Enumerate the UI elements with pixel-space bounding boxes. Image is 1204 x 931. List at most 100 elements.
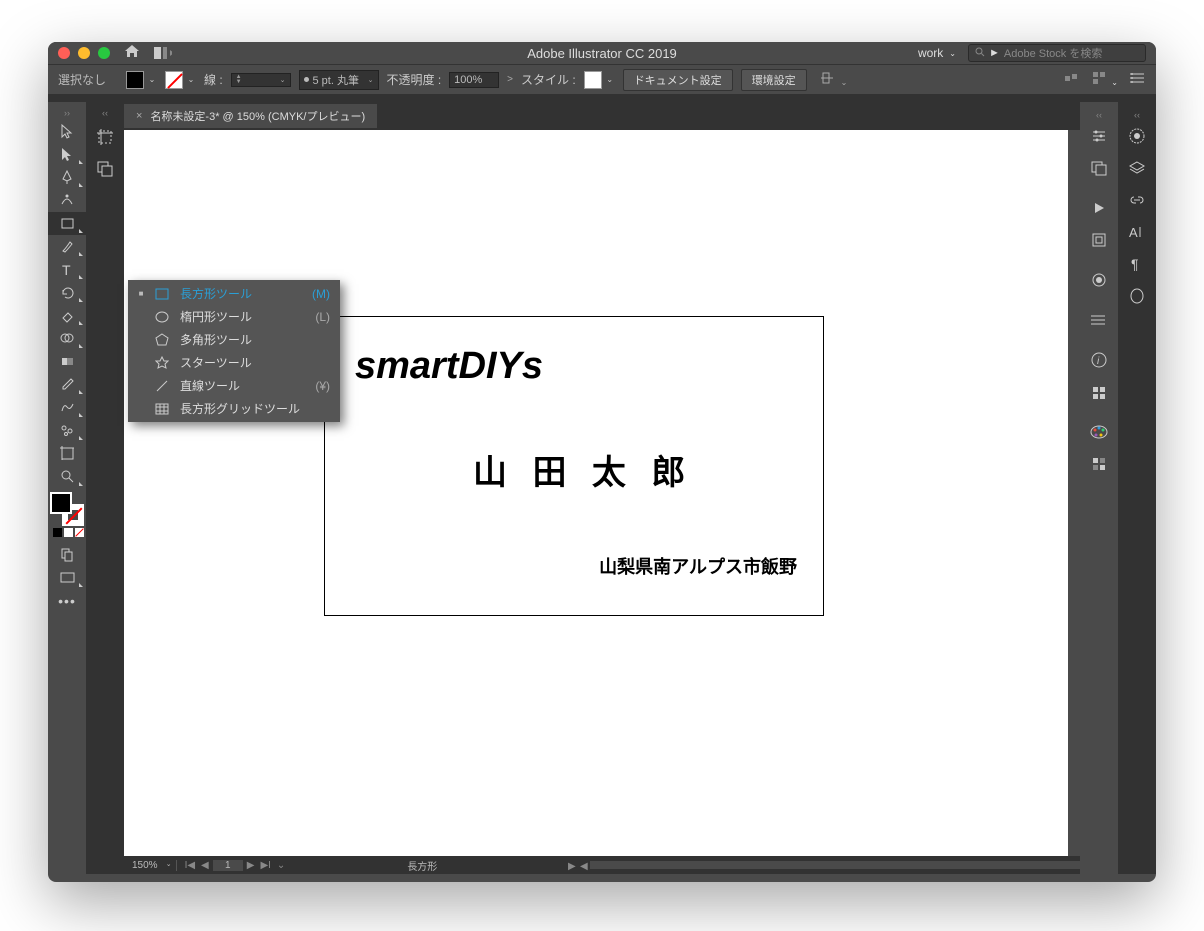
polygon-icon <box>154 333 170 347</box>
canvas[interactable]: smartDIYs 山 田 太 郎 山梨県南アルプス市飯野 <box>124 130 1068 856</box>
close-tab-icon[interactable]: × <box>136 110 142 122</box>
properties-panel-icon[interactable] <box>1080 120 1118 152</box>
color-picker-icon[interactable] <box>1080 416 1118 448</box>
draw-mode-tool[interactable] <box>48 543 86 566</box>
next-artboard-button[interactable]: ▶ <box>245 860 257 871</box>
artboard-crop-icon[interactable] <box>90 124 120 150</box>
type-panel-icon[interactable]: A <box>1118 216 1156 248</box>
document-tab-label: 名称未設定-3* @ 150% (CMYK/プレビュー) <box>150 108 365 124</box>
eyedropper-tool[interactable] <box>48 373 86 396</box>
stroke-swatch[interactable] <box>165 71 183 89</box>
artboards-panel-icon[interactable] <box>1080 224 1118 256</box>
rotate-tool[interactable] <box>48 281 86 304</box>
right-panel-col-1: ‹‹ i <box>1080 102 1118 874</box>
expand-panel-icon[interactable]: ›› <box>48 108 86 120</box>
aux-panel-column: ‹‹ <box>86 102 124 874</box>
document-tab[interactable]: × 名称未設定-3* @ 150% (CMYK/プレビュー) <box>124 104 377 128</box>
zoom-level[interactable]: 150% ⌄ <box>124 860 177 871</box>
workspace-label: work <box>918 46 943 60</box>
shape-builder-tool[interactable] <box>48 327 86 350</box>
flyout-item-line[interactable]: 直線ツール (¥) <box>128 374 340 397</box>
artboard-tool[interactable] <box>48 442 86 465</box>
artboard-number[interactable]: 1 <box>213 860 243 871</box>
search-input[interactable]: ► Adobe Stock を検索 <box>968 44 1146 62</box>
align-panel-icon[interactable] <box>1080 304 1118 336</box>
stroke-weight-input[interactable]: ▲▼ ⌄ <box>231 73 291 87</box>
gradient-tool[interactable] <box>48 350 86 373</box>
eraser-tool[interactable] <box>48 304 86 327</box>
opacity-chevron[interactable]: > <box>507 74 513 85</box>
curvature-tool[interactable] <box>48 189 86 212</box>
paintbrush-tool[interactable] <box>48 235 86 258</box>
pen-tool[interactable] <box>48 166 86 189</box>
brush-preset[interactable]: 5 pt. 丸筆 ⌄ <box>299 70 379 90</box>
layers-icon[interactable] <box>1118 152 1156 184</box>
home-icon[interactable] <box>124 44 140 63</box>
opacity-value: 100% <box>454 74 482 86</box>
scroll-right-icon[interactable]: ▶ <box>568 861 576 872</box>
style-swatch[interactable] <box>584 71 602 89</box>
links-icon[interactable] <box>1118 184 1156 216</box>
opentype-icon[interactable] <box>1118 280 1156 312</box>
color-mode-swatches[interactable] <box>53 528 86 537</box>
preferences-button[interactable]: 環境設定 <box>741 69 807 91</box>
fill-swatch[interactable] <box>126 71 144 89</box>
horizontal-scrollbar[interactable]: ▶ ◀ <box>590 861 1080 869</box>
layers-panel-icon[interactable] <box>90 156 120 182</box>
flyout-item-grid[interactable]: 長方形グリッドツール <box>128 397 340 420</box>
maximize-window-button[interactable] <box>98 47 110 59</box>
vertical-scrollbar[interactable] <box>1068 130 1080 838</box>
type-tool[interactable]: T <box>48 258 86 281</box>
expand-panel-icon[interactable]: ‹‹ <box>86 108 124 118</box>
svg-text:A: A <box>1129 225 1138 240</box>
chevron-down-icon[interactable]: ⌄ <box>147 75 157 84</box>
edit-toolbar-button[interactable]: ••• <box>48 589 86 612</box>
transform-icon[interactable] <box>1064 71 1080 88</box>
actions-play-icon[interactable] <box>1080 192 1118 224</box>
expand-panel-icon[interactable]: ‹‹ <box>1080 110 1118 120</box>
menu-icon[interactable] <box>1130 72 1146 87</box>
close-window-button[interactable] <box>58 47 70 59</box>
libraries-icon[interactable] <box>1080 152 1118 184</box>
scroll-left-icon[interactable]: ◀ <box>580 861 588 872</box>
isolate-icon[interactable]: ⌄ <box>1092 71 1118 88</box>
swatches-icon[interactable] <box>1080 448 1118 480</box>
blend-tool[interactable] <box>48 396 86 419</box>
screen-mode-tool[interactable] <box>48 566 86 589</box>
direct-selection-tool[interactable] <box>48 143 86 166</box>
selection-tool[interactable] <box>48 120 86 143</box>
flyout-item-rectangle[interactable]: ■ 長方形ツール (M) <box>128 282 340 305</box>
workspace-switcher[interactable]: work ⌄ <box>918 46 956 60</box>
chevron-down-icon[interactable]: ⌄ <box>605 75 615 84</box>
color-wheel-icon[interactable] <box>1118 120 1156 152</box>
flyout-label: スターツール <box>180 354 320 371</box>
fill-stroke-proxy[interactable] <box>50 492 84 526</box>
symbol-sprayer-tool[interactable] <box>48 419 86 442</box>
flyout-item-polygon[interactable]: 多角形ツール <box>128 328 340 351</box>
first-artboard-button[interactable]: I◀ <box>183 860 197 871</box>
rectangle-icon <box>154 288 170 300</box>
flyout-item-star[interactable]: スターツール <box>128 351 340 374</box>
flyout-item-ellipse[interactable]: 楕円形ツール (L) <box>128 305 340 328</box>
grid-icon <box>154 403 170 415</box>
artboard-dropdown-icon[interactable]: ⌄ <box>275 860 287 871</box>
align-icon[interactable]: ⌄ <box>821 71 848 88</box>
flyout-label: 長方形グリッドツール <box>180 400 320 417</box>
document-setup-button[interactable]: ドキュメント設定 <box>623 69 733 91</box>
rectangle-tool[interactable] <box>48 212 86 235</box>
address-text: 山梨県南アルプス市飯野 <box>599 553 797 579</box>
fill-proxy[interactable] <box>50 492 72 514</box>
info-icon[interactable]: i <box>1080 344 1118 376</box>
transform-panel-icon[interactable] <box>1080 376 1118 408</box>
opacity-input[interactable]: 100% <box>449 72 499 88</box>
minimize-window-button[interactable] <box>78 47 90 59</box>
zoom-tool[interactable] <box>48 465 86 488</box>
arrange-documents-icon[interactable] <box>154 46 172 60</box>
last-artboard-button[interactable]: ▶I <box>258 860 272 871</box>
prev-artboard-button[interactable]: ◀ <box>199 860 211 871</box>
expand-panel-icon[interactable]: ‹‹ <box>1118 110 1156 120</box>
chevron-down-icon[interactable]: ⌄ <box>186 75 196 84</box>
flyout-shortcut: (L) <box>315 310 330 324</box>
paragraph-icon[interactable]: ¶ <box>1118 248 1156 280</box>
appearance-icon[interactable] <box>1080 264 1118 296</box>
